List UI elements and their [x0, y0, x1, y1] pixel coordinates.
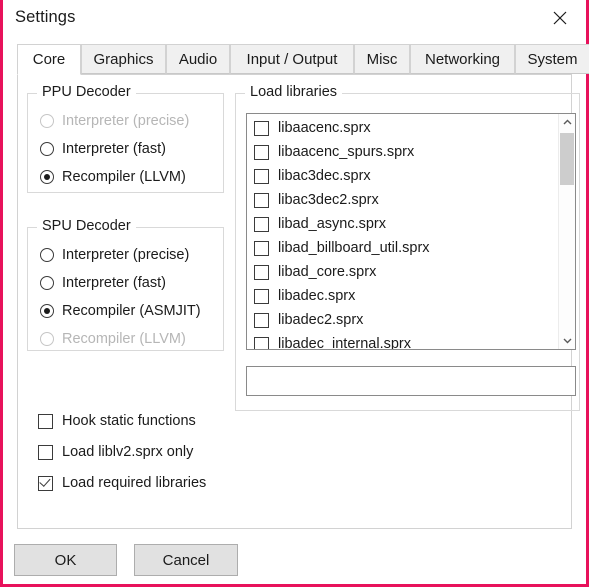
library-list-item-label: libaacenc_spurs.sprx: [278, 144, 415, 160]
checkbox-icon[interactable]: [38, 444, 53, 460]
library-list-item[interactable]: libad_billboard_util.sprx: [247, 236, 558, 260]
radio-icon: [40, 114, 54, 128]
option-checkbox-label: Load required libraries: [62, 475, 207, 491]
library-list-item[interactable]: libad_core.sprx: [247, 260, 558, 284]
tab-misc[interactable]: Misc: [354, 44, 410, 74]
ppu-decoder-option-1[interactable]: Interpreter (fast): [40, 138, 166, 160]
checkbox-icon[interactable]: [254, 120, 269, 136]
radio-icon: [40, 276, 54, 290]
library-list[interactable]: libaacenc.sprx libaacenc_spurs.sprx libac3…: [246, 113, 576, 350]
load-libraries-group: Load libraries libaacenc.sprx libaacenc_s…: [235, 84, 580, 411]
spu-decoder-option-label: Recompiler (LLVM): [62, 331, 186, 347]
library-list-item-label: libad_async.sprx: [278, 216, 386, 232]
spu-decoder-group-label: SPU Decoder: [37, 218, 136, 234]
option-checkbox-label: Load liblv2.sprx only: [62, 444, 194, 460]
checkbox-icon[interactable]: [254, 168, 269, 184]
ok-button[interactable]: OK: [14, 544, 117, 576]
cancel-button[interactable]: Cancel: [134, 544, 238, 576]
core-tab-page: PPU Decoder Interpreter (precise) Interpr…: [17, 74, 580, 529]
library-list-item[interactable]: libadec_internal.sprx: [247, 332, 558, 350]
spu-decoder-option-1[interactable]: Interpreter (fast): [40, 272, 166, 294]
library-list-item[interactable]: libac3dec2.sprx: [247, 188, 558, 212]
library-list-scrollbar-thumb[interactable]: [560, 133, 574, 185]
checkbox-icon[interactable]: [254, 312, 269, 328]
spu-decoder-option-label: Interpreter (precise): [62, 247, 190, 263]
spu-decoder-option-label: Interpreter (fast): [62, 275, 166, 291]
library-list-items: libaacenc.sprx libaacenc_spurs.sprx libac3…: [247, 116, 558, 350]
ppu-decoder-option-2[interactable]: Recompiler (LLVM): [40, 166, 186, 188]
spu-decoder-group: SPU Decoder Interpreter (precise) Interpr…: [27, 218, 224, 351]
library-list-item-label: libac3dec.sprx: [278, 168, 371, 184]
ppu-decoder-option-label: Interpreter (fast): [62, 141, 166, 157]
close-icon[interactable]: [542, 4, 578, 32]
tab-input-output[interactable]: Input / Output: [230, 44, 354, 74]
checkbox-icon[interactable]: [38, 413, 53, 429]
ppu-decoder-group: PPU Decoder Interpreter (precise) Interpr…: [27, 84, 224, 193]
tab-system[interactable]: System: [515, 44, 589, 74]
checkbox-icon[interactable]: [254, 288, 269, 304]
library-list-item[interactable]: libadec.sprx: [247, 284, 558, 308]
library-list-item-label: libad_billboard_util.sprx: [278, 240, 430, 256]
spu-decoder-option-2[interactable]: Recompiler (ASMJIT): [40, 300, 201, 322]
library-list-item[interactable]: libad_async.sprx: [247, 212, 558, 236]
chevron-down-icon[interactable]: [559, 332, 575, 349]
spu-decoder-option-0[interactable]: Interpreter (precise): [40, 244, 189, 266]
tab-networking[interactable]: Networking: [410, 44, 515, 74]
ppu-decoder-group-label: PPU Decoder: [37, 84, 136, 100]
ppu-decoder-option-label: Recompiler (LLVM): [62, 169, 186, 185]
library-list-item-label: libaacenc.sprx: [278, 120, 371, 136]
radio-icon: [40, 142, 54, 156]
load-libraries-group-label: Load libraries: [245, 84, 343, 100]
ppu-decoder-option-0: Interpreter (precise): [40, 110, 189, 132]
library-list-item-label: libac3dec2.sprx: [278, 192, 379, 208]
option-checkbox-0[interactable]: Hook static functions: [38, 410, 196, 432]
chevron-up-icon[interactable]: [559, 114, 575, 131]
title-bar: Settings: [3, 0, 586, 40]
tab-graphics[interactable]: Graphics: [81, 44, 166, 74]
settings-tab-bar: Core Graphics Audio Input / Output Misc Netwo…: [17, 44, 589, 75]
settings-dialog-window: Settings Core Graphics Audio Input / Output…: [0, 0, 589, 587]
tab-core[interactable]: Core: [17, 44, 81, 75]
library-list-item-label: libadec_internal.sprx: [278, 336, 411, 350]
option-checkbox-label: Hook static functions: [62, 413, 196, 429]
tab-audio[interactable]: Audio: [166, 44, 230, 74]
option-checkbox-2[interactable]: Load required libraries: [38, 472, 206, 494]
radio-icon: [40, 332, 54, 346]
spu-decoder-option-3: Recompiler (LLVM): [40, 328, 186, 350]
library-search-input[interactable]: [246, 366, 576, 396]
checkbox-icon[interactable]: [38, 475, 53, 491]
checkbox-icon[interactable]: [254, 144, 269, 160]
checkbox-icon[interactable]: [254, 264, 269, 280]
spu-decoder-option-label: Recompiler (ASMJIT): [62, 303, 201, 319]
radio-icon: [40, 304, 54, 318]
checkbox-icon[interactable]: [254, 336, 269, 349]
library-list-item[interactable]: libaacenc_spurs.sprx: [247, 140, 558, 164]
ppu-decoder-option-label: Interpreter (precise): [62, 113, 190, 129]
library-list-item[interactable]: libadec2.sprx: [247, 308, 558, 332]
radio-icon: [40, 170, 54, 184]
checkbox-icon[interactable]: [254, 192, 269, 208]
library-list-item-label: libadec2.sprx: [278, 312, 364, 328]
library-list-scrollbar[interactable]: [558, 114, 575, 349]
checkbox-icon[interactable]: [254, 216, 269, 232]
library-list-item[interactable]: libaacenc.sprx: [247, 116, 558, 140]
checkbox-icon[interactable]: [254, 240, 269, 256]
library-list-item-label: libad_core.sprx: [278, 264, 377, 280]
radio-icon: [40, 248, 54, 262]
library-list-item-label: libadec.sprx: [278, 288, 356, 304]
option-checkbox-1[interactable]: Load liblv2.sprx only: [38, 441, 193, 463]
window-title: Settings: [15, 8, 76, 26]
library-list-item[interactable]: libac3dec.sprx: [247, 164, 558, 188]
